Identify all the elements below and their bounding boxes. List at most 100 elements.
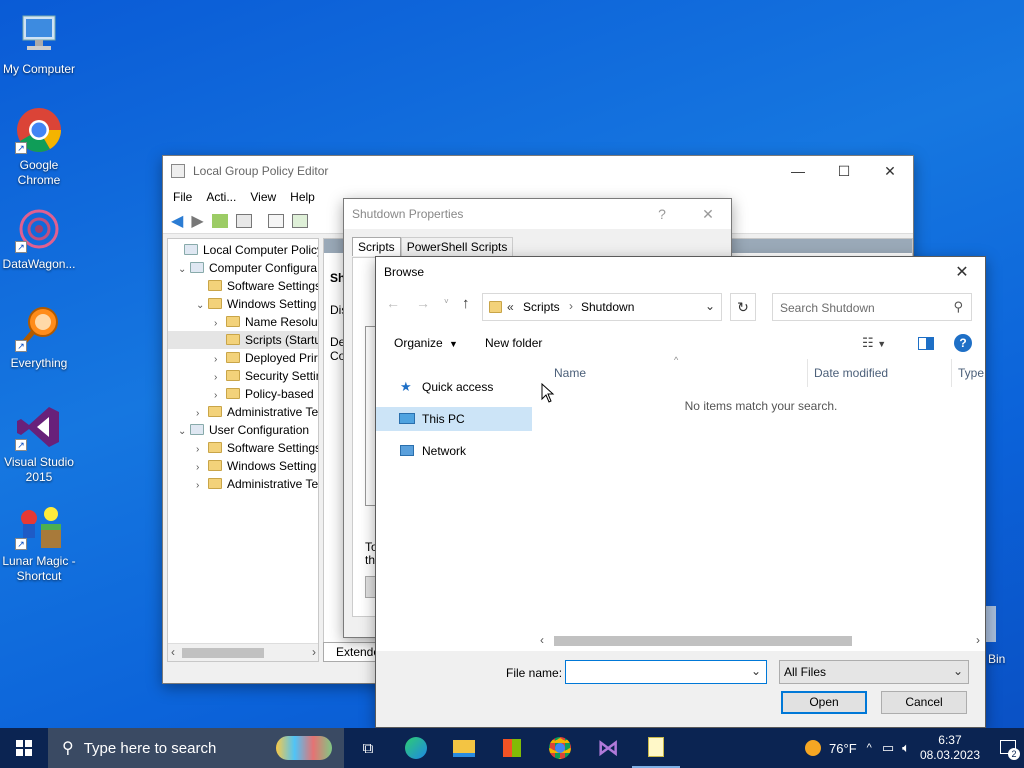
tree-item[interactable]: › Name Resoluti	[168, 313, 318, 331]
volume-icon[interactable]: 🔈︎	[902, 740, 910, 756]
close-button[interactable]: ✕	[867, 156, 913, 186]
folder-icon	[208, 280, 222, 291]
column-header-name[interactable]: Name	[554, 359, 808, 387]
file-type-select[interactable]: All Files ⌄	[779, 660, 969, 684]
chevron-down-icon[interactable]: ⌄	[751, 664, 761, 678]
organize-button[interactable]: Organize ▼	[394, 336, 458, 350]
tree-item[interactable]: › Administrative Te	[168, 475, 318, 493]
breadcrumb-overflow[interactable]: «	[507, 300, 514, 314]
close-button[interactable]: ✕	[685, 199, 731, 229]
weather-sun-icon[interactable]	[805, 740, 822, 756]
chevron-right-icon[interactable]: ›	[196, 477, 208, 495]
taskbar-store[interactable]	[488, 728, 536, 768]
preview-pane-icon[interactable]	[918, 337, 934, 350]
navigation-pane: ★ Quick access This PC Network	[376, 359, 534, 651]
folder-icon	[208, 298, 222, 309]
help-button[interactable]: ?	[639, 199, 685, 229]
taskbar-notepad[interactable]	[632, 728, 680, 768]
tree-item[interactable]: Software Settings	[168, 277, 318, 295]
nav-item-network[interactable]: Network	[376, 439, 534, 463]
taskbar-chrome[interactable]	[536, 728, 584, 768]
cancel-button[interactable]: Cancel	[881, 691, 967, 714]
network-icon[interactable]: ▭	[882, 740, 894, 756]
browse-footer: File name: ⌄ All Files ⌄ Open Cancel	[376, 651, 985, 727]
menu-file[interactable]: File	[173, 190, 192, 204]
scrollbar-thumb[interactable]	[554, 636, 852, 646]
up-arrow-icon[interactable]: ↑	[462, 295, 470, 312]
nav-item-this-pc[interactable]: This PC	[376, 407, 532, 431]
address-bar[interactable]: « Scripts › Shutdown ⌄	[482, 293, 722, 321]
tab-extended[interactable]: Extended	[323, 642, 387, 662]
up-folder-icon[interactable]	[211, 213, 228, 228]
chevron-up-icon[interactable]: ^	[867, 742, 872, 754]
open-button[interactable]: Open	[781, 691, 867, 714]
tab-powershell-scripts[interactable]: PowerShell Scripts	[400, 237, 514, 256]
column-header-type[interactable]: Type	[958, 359, 984, 387]
taskbar: ⚲ Type here to search ⧉ ⋈ 76°F ^ ▭ 🔈︎ 6:…	[0, 728, 1024, 768]
tree-item[interactable]: Local Computer Policy	[168, 241, 318, 259]
gpe-app-icon	[171, 164, 185, 178]
nav-item-quick-access[interactable]: ★ Quick access	[376, 375, 534, 399]
taskbar-search-box[interactable]: ⚲ Type here to search	[48, 728, 344, 768]
properties-icon[interactable]	[267, 213, 284, 228]
help-icon[interactable]: ?	[954, 334, 972, 352]
tree-item[interactable]: › Deployed Prir	[168, 349, 318, 367]
desktop-icon-lunar-magic[interactable]: ↗ Lunar Magic - Shortcut	[0, 502, 78, 584]
search-input[interactable]: Search Shutdown ⚲	[772, 293, 972, 321]
taskbar-visual-studio[interactable]: ⋈	[584, 728, 632, 768]
folder-icon	[226, 352, 240, 363]
menu-action[interactable]: Acti...	[206, 190, 236, 204]
folder-icon	[226, 334, 240, 345]
tree-item[interactable]: ⌄ Computer Configura	[168, 259, 318, 277]
menu-view[interactable]: View	[250, 190, 276, 204]
back-arrow-icon[interactable]: ←	[386, 295, 400, 311]
tree-item[interactable]: › Software Settings	[168, 439, 318, 457]
file-list-horizontal-scrollbar[interactable]: ‹ ›	[538, 633, 984, 649]
desktop-icon-label: Visual Studio 2015	[4, 455, 74, 484]
desktop-icon-chrome[interactable]: ↗ Google Chrome	[0, 106, 78, 188]
tree-horizontal-scrollbar[interactable]: ‹ ›	[168, 643, 318, 661]
desktop-icon-my-computer[interactable]: My Computer	[0, 10, 78, 77]
file-name-input[interactable]: ⌄	[565, 660, 767, 684]
column-header-date-modified[interactable]: Date modified	[814, 359, 952, 387]
tree-item-label: Scripts (Startu	[245, 333, 319, 347]
file-list: ^ Name Date modified Type No items match…	[538, 355, 984, 651]
tree-item[interactable]: › Windows Setting	[168, 457, 318, 475]
forward-arrow-icon[interactable]: →	[416, 295, 430, 311]
back-arrow-icon[interactable]: ◀	[171, 211, 183, 231]
breadcrumb-item-scripts[interactable]: Scripts	[523, 300, 560, 314]
tree-item-label: Windows Setting	[227, 459, 317, 473]
forward-arrow-icon[interactable]: ▶	[191, 211, 203, 231]
view-options-icon[interactable]: ☷ ▼	[862, 335, 886, 351]
taskbar-edge[interactable]	[392, 728, 440, 768]
desktop-icon-everything[interactable]: ↗ Everything	[0, 304, 78, 371]
tree-item[interactable]: › Security Settir	[168, 367, 318, 385]
refresh-button[interactable]: ↻	[730, 293, 756, 321]
task-view-button[interactable]: ⧉	[344, 728, 392, 768]
start-button[interactable]	[0, 728, 48, 768]
tab-scripts[interactable]: Scripts	[352, 237, 401, 256]
taskbar-file-explorer[interactable]	[440, 728, 488, 768]
notification-center-button[interactable]: 2	[994, 728, 1024, 768]
tree-item[interactable]: ⌄ Windows Setting	[168, 295, 318, 313]
empty-message: No items match your search.	[684, 399, 838, 413]
tree-item[interactable]: › Policy-based	[168, 385, 318, 403]
close-button[interactable]: ✕	[939, 257, 985, 287]
tree-item[interactable]: ⌄ User Configuration	[168, 421, 318, 439]
tree-item[interactable]: Scripts (Startu	[168, 331, 318, 349]
menu-help[interactable]: Help	[290, 190, 315, 204]
weather-temperature[interactable]: 76°F	[829, 741, 857, 756]
clock[interactable]: 6:37 08.03.2023	[920, 733, 980, 763]
desktop-icon-datawagon[interactable]: ↗ DataWagon...	[0, 205, 78, 272]
breadcrumb-item-shutdown[interactable]: Shutdown	[581, 300, 634, 314]
minimize-button[interactable]: —	[775, 156, 821, 186]
show-hide-tree-icon[interactable]	[235, 213, 252, 228]
desktop-icon-visual-studio[interactable]: ↗ Visual Studio 2015	[0, 403, 78, 485]
export-list-icon[interactable]	[291, 213, 308, 228]
recent-locations-icon[interactable]: ˅	[444, 297, 449, 306]
new-folder-button[interactable]: New folder	[485, 336, 542, 350]
folder-icon	[226, 388, 240, 399]
address-dropdown-icon[interactable]: ⌄	[705, 299, 715, 313]
maximize-button[interactable]: ☐	[821, 156, 867, 186]
tree-item[interactable]: › Administrative Te	[168, 403, 318, 421]
